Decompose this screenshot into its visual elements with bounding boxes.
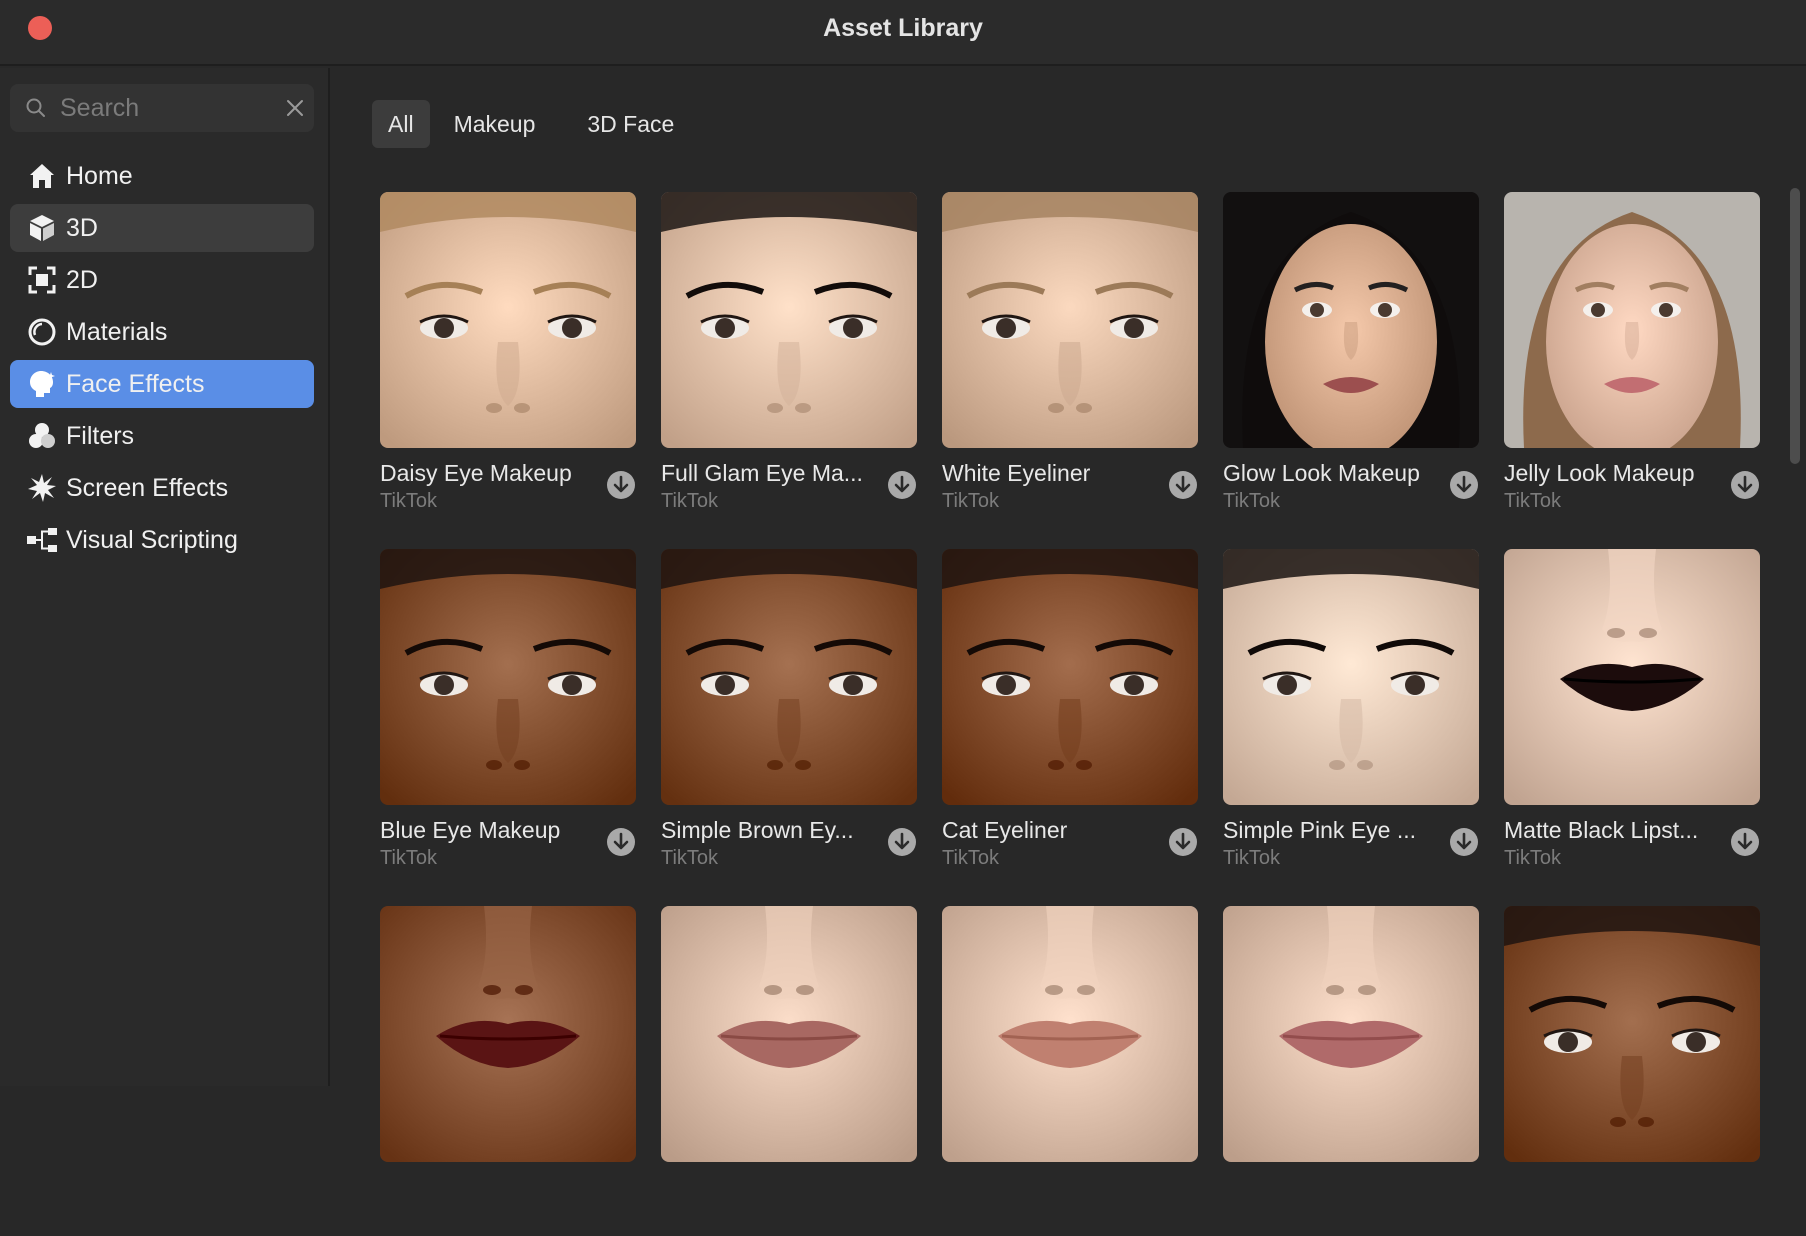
asset-name: Jelly Look Makeup <box>1504 460 1695 486</box>
asset-thumbnail <box>661 906 917 1162</box>
download-icon[interactable] <box>606 827 636 857</box>
asset-thumbnail <box>942 549 1198 805</box>
node-graph-icon <box>26 524 58 556</box>
asset-author: TikTok <box>1504 490 1562 512</box>
asset-name: Matte Black Lipst... <box>1504 817 1699 843</box>
asset-thumbnail <box>1223 906 1479 1162</box>
sidebar-item-2d[interactable]: 2D <box>10 256 314 304</box>
home-icon <box>26 160 58 192</box>
sidebar-item-home[interactable]: Home <box>10 152 314 200</box>
sidebar-item-filters[interactable]: Filters <box>10 412 314 460</box>
download-icon[interactable] <box>606 470 636 500</box>
sidebar-item-label: Home <box>66 161 133 190</box>
asset-author: TikTok <box>380 490 438 512</box>
filters-icon <box>26 420 58 452</box>
asset-thumbnail <box>1223 192 1479 448</box>
asset-card[interactable]: Jelly Look Makeup TikTok <box>1504 192 1760 522</box>
asset-thumbnail <box>942 192 1198 448</box>
asset-card[interactable]: White Eyeliner TikTok <box>942 192 1198 522</box>
asset-card[interactable]: Daisy Eye Makeup TikTok <box>380 192 636 522</box>
download-icon[interactable] <box>1449 470 1479 500</box>
asset-name: Simple Pink Eye ... <box>1223 817 1417 843</box>
asset-card[interactable]: Cat Eyeliner TikTok <box>942 549 1198 879</box>
asset-card[interactable]: Full Glam Eye Ma... TikTok <box>661 192 917 522</box>
window-title: Asset Library <box>823 14 983 42</box>
asset-card[interactable]: Simple Pink Eye ... TikTok <box>1223 549 1479 879</box>
asset-author: TikTok <box>942 490 1000 512</box>
asset-name: Simple Brown Ey... <box>661 817 854 843</box>
sidebar-item-label: Filters <box>66 421 135 450</box>
main-content: All Makeup 3D Face Daisy Eye Makeup TikTok F… <box>332 68 1806 1162</box>
asset-thumbnail <box>380 549 636 805</box>
asset-name: White Eyeliner <box>942 460 1091 486</box>
face-effects-icon <box>26 368 58 400</box>
search-icon <box>24 96 48 125</box>
title-bar: Asset Library <box>0 0 1806 66</box>
download-icon[interactable] <box>1449 827 1479 857</box>
asset-card[interactable] <box>380 906 636 1236</box>
circle-icon <box>26 316 58 348</box>
scrollbar[interactable] <box>1790 188 1800 1068</box>
asset-author: TikTok <box>942 847 1000 869</box>
sidebar-item-label: Visual Scripting <box>66 525 238 554</box>
download-icon[interactable] <box>1730 827 1760 857</box>
download-icon[interactable] <box>887 470 917 500</box>
asset-card[interactable] <box>1223 906 1479 1236</box>
download-icon[interactable] <box>887 827 917 857</box>
asset-thumbnail <box>661 549 917 805</box>
asset-card[interactable] <box>1504 906 1760 1236</box>
asset-thumbnail <box>661 192 917 448</box>
download-icon[interactable] <box>1168 827 1198 857</box>
asset-thumbnail <box>380 906 636 1162</box>
asset-author: TikTok <box>661 847 719 869</box>
scrollbar-thumb[interactable] <box>1790 188 1800 464</box>
sidebar-item-visual-scripting[interactable]: Visual Scripting <box>10 516 314 564</box>
tab-all[interactable]: All <box>372 100 430 148</box>
asset-thumbnail <box>380 192 636 448</box>
asset-thumbnail <box>1504 906 1760 1162</box>
frame-icon <box>26 264 58 296</box>
asset-author: TikTok <box>661 490 719 512</box>
asset-card[interactable]: Simple Brown Ey... TikTok <box>661 549 917 879</box>
sidebar-item-label: 3D <box>66 213 98 242</box>
sidebar-item-materials[interactable]: Materials <box>10 308 314 356</box>
asset-name: Cat Eyeliner <box>942 817 1068 843</box>
asset-name: Daisy Eye Makeup <box>380 460 572 486</box>
search-input[interactable] <box>60 84 270 132</box>
asset-name: Blue Eye Makeup <box>380 817 561 843</box>
sidebar-item-label: 2D <box>66 265 98 294</box>
asset-card[interactable] <box>661 906 917 1236</box>
sidebar-item-label: Screen Effects <box>66 473 229 502</box>
download-icon[interactable] <box>1730 470 1760 500</box>
asset-thumbnail <box>942 906 1198 1162</box>
asset-card[interactable] <box>942 906 1198 1236</box>
sidebar-item-face-effects[interactable]: Face Effects <box>10 360 314 408</box>
sidebar-item-3d[interactable]: 3D <box>10 204 314 252</box>
sidebar-item-label: Materials <box>66 317 168 346</box>
sidebar-item-screen-effects[interactable]: Screen Effects <box>10 464 314 512</box>
cube-icon <box>26 212 58 244</box>
sidebar: Home 3D 2D Materials Face Effects Filters Scre… <box>0 68 330 1086</box>
asset-name: Glow Look Makeup <box>1223 460 1420 486</box>
burst-icon <box>26 472 58 504</box>
asset-thumbnail <box>1504 549 1760 805</box>
search-box[interactable] <box>10 84 314 132</box>
download-icon[interactable] <box>1168 470 1198 500</box>
category-tabs: All Makeup 3D Face <box>372 100 702 148</box>
tab-makeup[interactable]: Makeup <box>430 100 560 148</box>
asset-thumbnail <box>1223 549 1479 805</box>
asset-card[interactable]: Matte Black Lipst... TikTok <box>1504 549 1760 879</box>
asset-author: TikTok <box>1223 490 1281 512</box>
asset-card[interactable]: Blue Eye Makeup TikTok <box>380 549 636 879</box>
sidebar-nav: Home 3D 2D Materials Face Effects Filters Scre… <box>10 152 314 568</box>
tab-3d-face[interactable]: 3D Face <box>563 100 698 148</box>
asset-thumbnail <box>1504 192 1760 448</box>
clear-search-icon[interactable] <box>284 97 306 124</box>
asset-author: TikTok <box>1223 847 1281 869</box>
asset-card[interactable]: Glow Look Makeup TikTok <box>1223 192 1479 522</box>
asset-name: Full Glam Eye Ma... <box>661 460 863 486</box>
asset-author: TikTok <box>380 847 438 869</box>
sidebar-item-label: Face Effects <box>66 369 205 398</box>
asset-author: TikTok <box>1504 847 1562 869</box>
